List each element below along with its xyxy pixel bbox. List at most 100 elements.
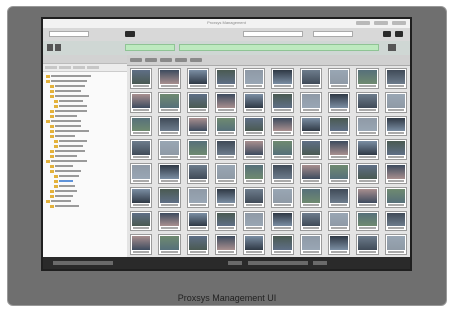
folder-tree-item[interactable] (46, 154, 127, 158)
thumbnail-item[interactable] (158, 91, 181, 113)
toolbar-button[interactable] (395, 31, 403, 37)
thumbnail-item[interactable] (214, 115, 238, 137)
thumbnail-item[interactable] (271, 186, 294, 208)
thumbnail-item[interactable] (384, 68, 407, 89)
folder-tree-item[interactable] (46, 94, 127, 98)
thumbnail-item[interactable] (356, 234, 379, 255)
thumbnail-item[interactable] (243, 163, 266, 184)
thumbnail-item[interactable] (243, 139, 266, 160)
thumbnail-item[interactable] (356, 91, 379, 113)
thumbnail-item[interactable] (356, 115, 379, 137)
folder-tree-item[interactable] (46, 74, 127, 78)
toolbar-field[interactable] (243, 31, 303, 37)
thumbnail-item[interactable] (328, 91, 351, 113)
thumbnail-item[interactable] (243, 91, 266, 113)
thumbnail-item[interactable] (271, 115, 294, 137)
thumbnail-item[interactable] (356, 186, 379, 208)
folder-tree-item[interactable] (46, 114, 127, 118)
thumbnail-item[interactable] (299, 68, 323, 89)
thumbnail-item[interactable] (384, 186, 407, 208)
thumbnail-item[interactable] (158, 186, 181, 208)
thumbnail-item[interactable] (158, 234, 181, 255)
thumbnail-item[interactable] (158, 68, 181, 89)
thumbnail-item[interactable] (214, 68, 238, 89)
status-segment[interactable] (228, 261, 242, 265)
titlebar-link[interactable] (356, 21, 370, 25)
folder-tree-item[interactable] (46, 159, 127, 163)
folder-tree-item[interactable] (46, 174, 127, 178)
toolbar-field[interactable] (313, 31, 353, 37)
thumbnail-item[interactable] (158, 210, 181, 232)
folder-tree-item[interactable] (46, 89, 127, 93)
thumbnail-item[interactable] (299, 210, 323, 232)
thumbnail-item[interactable] (186, 210, 209, 232)
thumbnail-item[interactable] (328, 115, 351, 137)
status-segment[interactable] (313, 261, 327, 265)
thumbnail-item[interactable] (130, 68, 153, 89)
thumbnail-item[interactable] (158, 139, 181, 160)
thumbnail-item[interactable] (186, 234, 209, 255)
toolbar-field[interactable] (49, 31, 89, 37)
browser-tab[interactable] (190, 58, 202, 62)
folder-tree-item[interactable] (46, 164, 127, 168)
thumbnail-item[interactable] (271, 139, 294, 160)
thumbnail-item[interactable] (130, 163, 153, 184)
thumbnail-item[interactable] (130, 91, 153, 113)
thumbnail-item[interactable] (130, 234, 153, 255)
thumbnail-item[interactable] (271, 91, 294, 113)
thumbnail-item[interactable] (384, 210, 407, 232)
thumbnail-item[interactable] (243, 68, 266, 89)
thumbnail-item[interactable] (214, 186, 238, 208)
folder-tree-item[interactable] (46, 84, 127, 88)
titlebar-link[interactable] (392, 21, 406, 25)
thumbnail-item[interactable] (130, 139, 153, 160)
thumbnail-item[interactable] (186, 68, 209, 89)
thumbnail-item[interactable] (356, 163, 379, 184)
thumbnail-item[interactable] (214, 163, 238, 184)
folder-tree-item[interactable] (46, 169, 127, 173)
nav-back-icon[interactable] (47, 44, 53, 51)
thumbnail-item[interactable] (186, 163, 209, 184)
thumbnail-item[interactable] (214, 139, 238, 160)
thumbnail-item[interactable] (158, 115, 181, 137)
thumbnail-item[interactable] (299, 115, 323, 137)
path-action-icon[interactable] (388, 44, 396, 51)
folder-tree-item[interactable] (46, 104, 127, 108)
thumbnail-item[interactable] (299, 91, 323, 113)
toolbar-button[interactable] (125, 31, 135, 37)
thumbnail-item[interactable] (328, 234, 351, 255)
thumbnail-item[interactable] (299, 139, 323, 160)
thumbnail-item[interactable] (328, 139, 351, 160)
thumbnail-item[interactable] (186, 115, 209, 137)
thumbnail-item[interactable] (328, 210, 351, 232)
thumbnail-item[interactable] (271, 234, 294, 255)
thumbnail-item[interactable] (186, 186, 209, 208)
thumbnail-item[interactable] (130, 210, 153, 232)
folder-tree-item[interactable] (46, 109, 127, 113)
thumbnail-item[interactable] (328, 186, 351, 208)
thumbnail-item[interactable] (243, 115, 266, 137)
thumbnail-item[interactable] (271, 163, 294, 184)
thumbnail-item[interactable] (384, 115, 407, 137)
folder-tree-item[interactable] (46, 149, 127, 153)
thumbnail-item[interactable] (130, 115, 153, 137)
folder-tree-item[interactable] (46, 199, 127, 203)
folder-tree-tab[interactable] (59, 66, 71, 69)
thumbnail-item[interactable] (243, 234, 266, 255)
thumbnail-item[interactable] (299, 186, 323, 208)
folder-tree-item[interactable] (46, 184, 127, 188)
browser-tab[interactable] (175, 58, 187, 62)
thumbnail-item[interactable] (384, 234, 407, 255)
thumbnail-item[interactable] (243, 186, 266, 208)
folder-tree-item[interactable] (46, 204, 127, 208)
thumbnail-item[interactable] (299, 163, 323, 184)
folder-tree-tab[interactable] (73, 66, 85, 69)
thumbnail-item[interactable] (186, 139, 209, 160)
thumbnail-item[interactable] (356, 68, 379, 89)
path-input[interactable] (179, 44, 379, 51)
thumbnail-item[interactable] (271, 210, 294, 232)
folder-tree-tab[interactable] (87, 66, 99, 69)
folder-tree-item[interactable] (46, 134, 127, 138)
thumbnail-item[interactable] (214, 234, 238, 255)
thumbnail-item[interactable] (271, 68, 294, 89)
